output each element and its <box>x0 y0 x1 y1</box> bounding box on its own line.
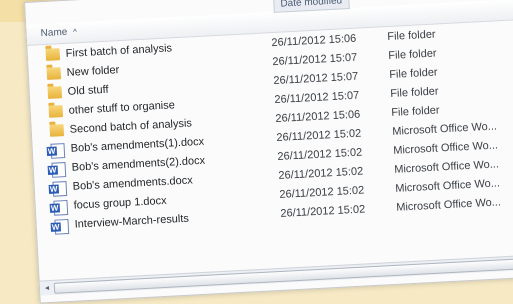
scroll-left-icon[interactable]: ◂ <box>42 283 53 294</box>
file-name: New folder <box>66 64 120 79</box>
file-name: Bob's amendments.docx <box>72 174 193 193</box>
word-document-icon <box>54 218 70 235</box>
file-name: Interview-March-results <box>74 212 190 231</box>
folder-icon <box>47 86 63 99</box>
file-date: 26/11/2012 15:02 <box>280 203 366 220</box>
folder-icon <box>45 48 61 61</box>
file-type: File folder <box>389 66 438 81</box>
file-type: File folder <box>390 104 440 119</box>
file-type: Microsoft Office Wo... <box>393 158 500 176</box>
file-date: 26/11/2012 15:06 <box>271 32 357 50</box>
file-type: Microsoft Office Wo... <box>391 120 498 138</box>
file-name: Second batch of analysis <box>69 117 193 136</box>
word-document-icon <box>52 181 68 197</box>
file-date: 26/11/2012 15:06 <box>275 108 361 125</box>
file-date: 26/11/2012 15:07 <box>274 89 360 107</box>
file-name: other stuff to organise <box>68 99 176 117</box>
file-date: 26/11/2012 15:02 <box>277 146 363 163</box>
horizontal-scrollbar[interactable]: ◂ ▸ <box>39 253 513 296</box>
word-document-icon <box>50 143 66 159</box>
file-type: Microsoft Office Wo... <box>392 139 499 157</box>
file-date: 26/11/2012 15:02 <box>276 127 362 144</box>
file-name: First batch of analysis <box>65 42 173 60</box>
file-date: 26/11/2012 15:07 <box>272 51 358 69</box>
folder-icon <box>49 124 65 137</box>
folder-icon <box>48 105 64 118</box>
word-document-icon <box>51 162 67 178</box>
file-date: 26/11/2012 15:07 <box>273 70 359 88</box>
file-date: 26/11/2012 15:02 <box>278 165 364 182</box>
file-explorer-window: Name ^ Date modified First batch of anal… <box>24 0 513 304</box>
file-name: focus group 1.docx <box>73 194 167 212</box>
scrollbar-thumb[interactable] <box>53 258 513 294</box>
file-type: Microsoft Office Wo... <box>395 196 502 214</box>
word-document-icon <box>53 199 69 216</box>
file-list: First batch of analysis 26/11/2012 15:06… <box>27 20 513 237</box>
sort-ascending-icon: ^ <box>72 27 78 37</box>
column-header-name[interactable]: Name ^ <box>40 26 77 39</box>
column-header-date-modified[interactable]: Date modified <box>273 0 350 13</box>
file-type: File folder <box>388 47 437 62</box>
file-type: Microsoft Office Wo... <box>394 177 501 195</box>
file-type: File folder <box>390 85 439 100</box>
file-type: File folder <box>387 28 436 44</box>
file-date: 26/11/2012 15:02 <box>279 184 365 201</box>
file-name: Old stuff <box>67 83 109 98</box>
folder-icon <box>46 67 62 80</box>
column-header-name-label: Name <box>40 26 68 40</box>
